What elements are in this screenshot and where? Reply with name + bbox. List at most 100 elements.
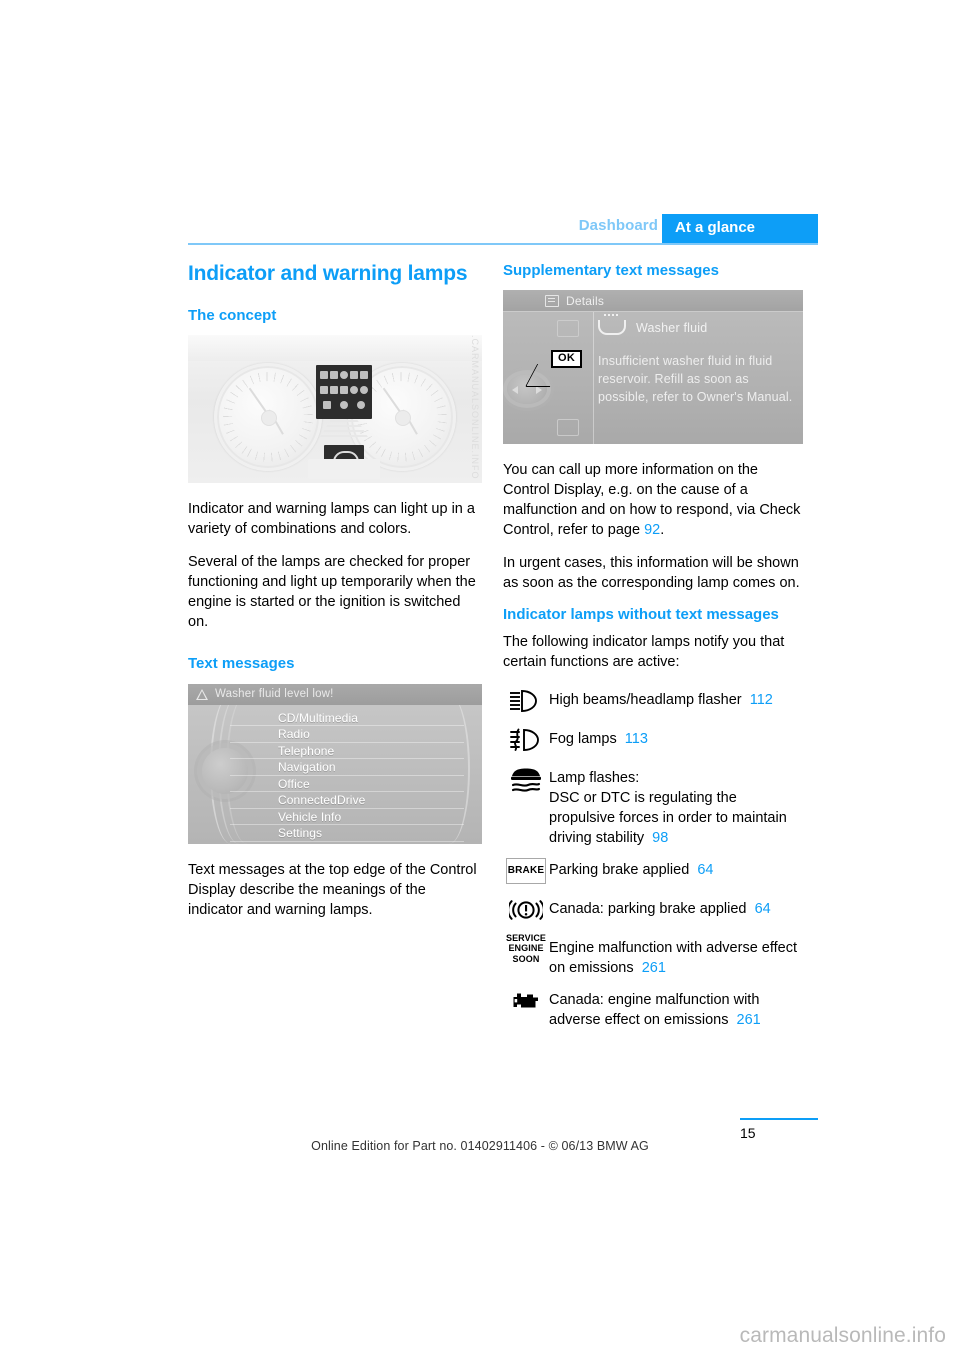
lamp-indicator-icon (340, 370, 348, 379)
washer-fluid-icon (598, 314, 626, 336)
dsc-skid-icon (503, 763, 549, 795)
lamp-row (319, 368, 369, 381)
warning-lamp-panel (316, 365, 372, 420)
service-engine-soon-icon: SERVICE ENGINE SOON (503, 933, 549, 965)
instrument-cluster-figure: WWW.CARMANUALSONLINE.INFO (188, 335, 482, 484)
supplementary-paragraph-1-suffix: . (660, 522, 665, 539)
high-beam-icon (503, 685, 549, 717)
lamp-label-text: Canada: parking brake applied (549, 900, 747, 917)
lamp-label-text: Canada: engine malfunction with adverse … (549, 991, 760, 1028)
details-item-body: Insufficient washer fluid in fluid reser… (598, 354, 793, 404)
lamp-indicator-icon (330, 370, 338, 379)
page-title: Indicator and warning lamps (188, 262, 468, 285)
supplementary-paragraph-1: You can call up more information on the … (503, 460, 803, 540)
lamp-row-fog-lamps: Fog lamps 113 (503, 724, 803, 756)
details-title-bar: Details (503, 290, 803, 313)
lamp-label: High beams/headlamp flasher 112 (549, 685, 803, 710)
lamp-row-high-beams: High beams/headlamp flasher 112 (503, 685, 803, 717)
idrive-main-menu-figure: Washer fluid level low! CD/Multimedia Ra… (188, 683, 482, 844)
lamp-label-text: Fog lamps (549, 730, 617, 747)
fog-lamp-icon (503, 724, 549, 756)
idrive-menu-item: Office (230, 776, 464, 793)
lamp-indicator-icon (320, 385, 328, 394)
lamp-indicator-icon (320, 370, 328, 379)
heading-text-messages: Text messages (188, 655, 295, 673)
control-display-details-figure: Details OK Washer fluid Insufficient was… (503, 290, 803, 445)
page-reference-link[interactable]: 261 (737, 1012, 761, 1028)
header-divider (188, 243, 818, 245)
warning-triangle-icon (196, 688, 208, 700)
supplementary-paragraph-2: In urgent cases, this information will b… (503, 555, 800, 592)
site-watermark: carmanualsonline.info (739, 1324, 946, 1347)
footer-edition-note: Online Edition for Part no. 01402911406 … (311, 1139, 649, 1153)
page-reference-link[interactable]: 98 (652, 830, 668, 846)
brake-text-icon-label: BRAKE (506, 857, 546, 884)
cluster-binnacle (188, 335, 482, 362)
lamp-label-text: Engine malfunction with adverse effect o… (549, 939, 797, 976)
right-column: Supplementary text messages Details OK W… (503, 262, 803, 1037)
lamp-row (319, 383, 369, 396)
lamp-label-text: Parking brake applied (549, 861, 690, 878)
brake-text-icon: BRAKE (503, 855, 549, 887)
left-column: Indicator and warning lamps The concept (188, 262, 482, 920)
page-reference-link[interactable]: 64 (755, 901, 771, 917)
lamp-indicator-icon (360, 370, 368, 379)
idrive-menu-item: ConnectedDrive (230, 792, 464, 809)
parking-brake-circle-icon (503, 894, 549, 926)
sidebar-icon-top (557, 320, 579, 338)
heading-the-concept: The concept (188, 307, 277, 325)
lamp-label: Fog lamps 113 (549, 724, 803, 749)
idrive-menu-item: Navigation (230, 759, 464, 776)
concept-paragraph-1: Indicator and warning lamps can light up… (188, 501, 475, 538)
lamp-label: Parking brake applied 64 (549, 855, 803, 880)
idrive-menu-item: Radio (230, 726, 464, 743)
ok-callout-label: OK (551, 350, 583, 368)
details-item-title: Washer fluid (636, 320, 708, 335)
lamp-row-check-engine: Canada: engine malfunction with adverse … (503, 985, 803, 1030)
lamp-indicator-icon (350, 385, 358, 394)
details-title-text: Details (566, 293, 605, 308)
lamp-indicator-icon (340, 385, 348, 394)
heading-supplementary-text-messages: Supplementary text messages (503, 262, 719, 279)
sidebar-icon-bottom (557, 419, 579, 437)
concept-paragraph-2: Several of the lamps are checked for pro… (188, 554, 476, 631)
lamp-indicator-icon (323, 400, 332, 409)
page-reference-link[interactable]: 92 (644, 522, 660, 538)
page-reference-link[interactable]: 261 (642, 960, 666, 976)
details-content: Washer fluid Insufficient washer fluid i… (598, 314, 793, 406)
footer-divider (740, 1118, 818, 1120)
text-messages-paragraph-1: Text messages at the top edge of the Con… (188, 861, 477, 918)
page-reference-link[interactable]: 113 (625, 731, 648, 747)
lamp-indicator-icon (339, 400, 348, 409)
lamp-label: Engine malfunction with adverse effect o… (549, 933, 803, 978)
section-tab-label: At a glance (675, 219, 756, 236)
cluster-display-window (308, 459, 380, 480)
idrive-menu-list: CD/Multimedia Radio Telephone Navigation… (230, 710, 464, 842)
details-item-header: Washer fluid (598, 314, 793, 336)
speedometer-dial (214, 363, 322, 472)
details-sidebar: OK (503, 312, 594, 445)
running-header: Dashboard At a glance (188, 214, 818, 245)
lamp-indicator-icon (350, 370, 358, 379)
lamp-row (319, 398, 369, 411)
idrive-status-bar: Washer fluid level low! (188, 683, 482, 705)
heading-indicator-lamps-without-text-messages: Indicator lamps without text messages (503, 606, 779, 624)
lamp-indicator-icon (356, 400, 365, 409)
lamp-row-dsc-dtc: Lamp flashes: DSC or DTC is regulating t… (503, 763, 803, 848)
breadcrumb: Dashboard (578, 217, 658, 234)
manual-page: Dashboard At a glance Indicator and warn… (0, 0, 960, 1358)
lamp-row-canada-parking-brake: Canada: parking brake applied 64 (503, 894, 803, 926)
lamp-label: Lamp flashes: DSC or DTC is regulating t… (549, 763, 803, 848)
section-tab-at-a-glance: At a glance (662, 214, 818, 243)
idrive-menu-item: Settings (230, 825, 464, 842)
page-reference-link[interactable]: 112 (750, 692, 773, 708)
lamp-row-parking-brake: BRAKE Parking brake applied 64 (503, 855, 803, 887)
lamp-label-text: High beams/headlamp flasher (549, 691, 742, 708)
document-icon (545, 294, 559, 307)
lamp-label: Canada: parking brake applied 64 (549, 894, 803, 919)
idrive-menu-item: CD/Multimedia (230, 710, 464, 727)
check-engine-icon (503, 985, 549, 1017)
page-reference-link[interactable]: 64 (697, 862, 713, 878)
figure-watermark: WWW.CARMANUALSONLINE.INFO (470, 335, 480, 480)
indicator-lamp-list: High beams/headlamp flasher 112 Fog lamp… (503, 685, 803, 1030)
